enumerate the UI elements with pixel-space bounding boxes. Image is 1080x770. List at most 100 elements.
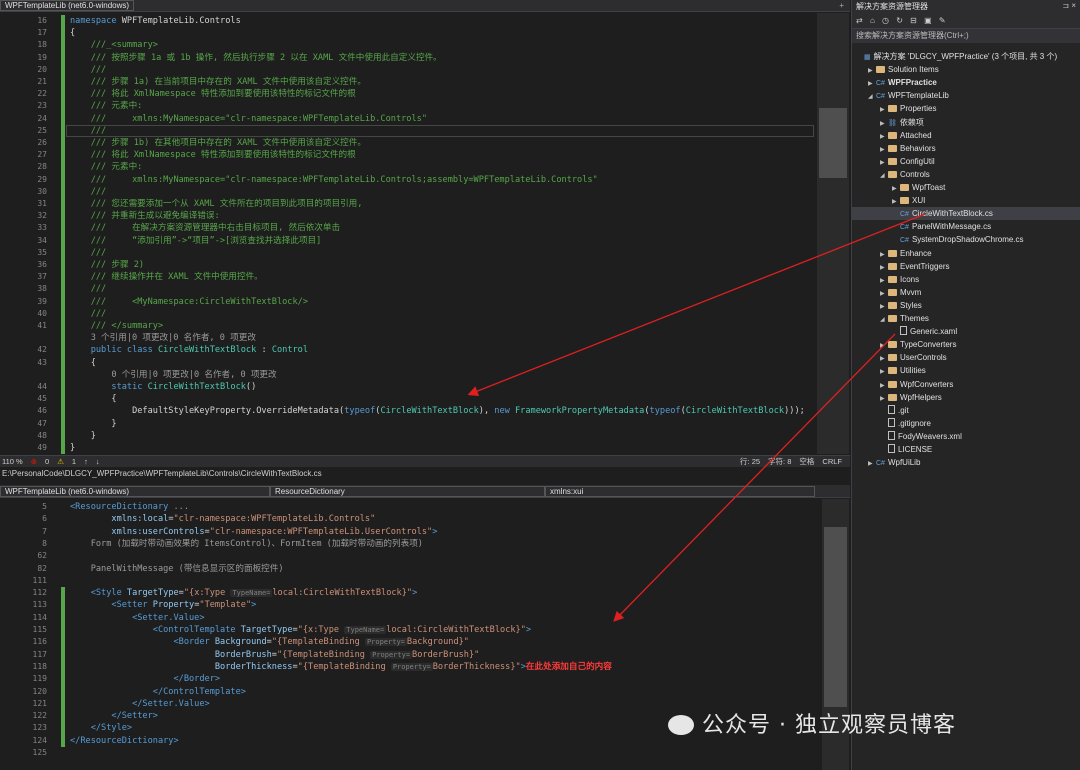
tree-item[interactable]: FodyWeavers.xml <box>852 430 1080 443</box>
home-icon[interactable]: ⌂ <box>870 13 875 29</box>
code-line[interactable]: 118 BorderThickness="{TemplateBinding Pr… <box>0 661 815 673</box>
tree-item[interactable]: ▶ ConfigUtil <box>852 155 1080 168</box>
code-line[interactable]: 33 /// 在解决方案资源管理器中右击目标项目, 然后依次单击 <box>0 222 815 234</box>
tree-item[interactable]: C# PanelWithMessage.cs <box>852 220 1080 233</box>
tree-item[interactable]: ▶ C# WpfUiLib <box>852 456 1080 469</box>
code-line[interactable]: 39 /// <MyNamespace:CircleWithTextBlock/… <box>0 296 815 308</box>
tree-item[interactable]: ▶ Properties <box>852 102 1080 115</box>
tree-item[interactable]: ◢ C# WPFTemplateLib <box>852 89 1080 102</box>
code-line[interactable]: 115 <ControlTemplate TargetType="{x:Type… <box>0 624 815 636</box>
code-line[interactable]: 8 Form (加载时带动画效果的 ItemsControl)、FormItem… <box>0 538 815 550</box>
scope-dropdown[interactable]: ResourceDictionary <box>270 485 545 497</box>
code-line[interactable]: 114 <Setter.Value> <box>0 612 815 624</box>
code-line[interactable]: 35 /// <box>0 247 815 259</box>
code-line[interactable]: 6 xmlns:local="clr-namespace:WPFTemplate… <box>0 513 815 525</box>
error-icon[interactable]: ⊗ <box>31 457 37 466</box>
tree-item[interactable]: C# CircleWithTextBlock.cs <box>852 207 1080 221</box>
code-line[interactable]: 27 /// 将此 XmlNamespace 特性添加到要使用该特性的标记文件的… <box>0 149 815 161</box>
code-line[interactable]: 82 PanelWithMessage (带信息显示区的面板控件) <box>0 563 815 575</box>
tree-item[interactable]: ▶ Enhance <box>852 247 1080 260</box>
tree-item[interactable]: ▶ Attached <box>852 129 1080 142</box>
warning-icon[interactable]: ⚠ <box>57 457 64 466</box>
code-line[interactable]: 34 /// “添加引用”->“项目”->[浏览查找并选择此项目] <box>0 235 815 247</box>
show-all-icon[interactable]: ▣ <box>924 13 932 29</box>
settings-icon[interactable]: ✎ <box>939 13 946 29</box>
tree-item[interactable]: .gitignore <box>852 417 1080 430</box>
tree-item[interactable]: ▶ UserControls <box>852 351 1080 364</box>
code-line[interactable]: 48 } <box>0 430 815 442</box>
code-line[interactable]: 7 xmlns:userControls="clr-namespace:WPFT… <box>0 526 815 538</box>
whitespace-mode[interactable]: 空格 <box>799 456 814 467</box>
tree-item[interactable]: ▶ Solution Items <box>852 63 1080 76</box>
up-arrow-icon[interactable]: ↑ <box>84 457 88 466</box>
code-line[interactable]: 37 /// 继续操作并在 XAML 文件中使用控件。 <box>0 271 815 283</box>
code-line[interactable]: 17 { <box>0 27 815 39</box>
tree-item[interactable]: ▶ Styles <box>852 299 1080 312</box>
refresh-icon[interactable]: ↻ <box>896 13 903 29</box>
code-line[interactable]: 116 <Border Background="{TemplateBinding… <box>0 636 815 648</box>
code-line[interactable]: 38 /// <box>0 283 815 295</box>
code-line[interactable]: 36 /// 步骤 2) <box>0 259 815 271</box>
line-ending[interactable]: CRLF <box>822 457 842 466</box>
collapse-icon[interactable]: ⊟ <box>910 13 917 29</box>
add-icon[interactable]: + <box>839 1 844 10</box>
code-line[interactable]: 19 /// 按照步骤 1a 或 1b 操作, 然后执行步骤 2 以在 XAML… <box>0 52 815 64</box>
code-line[interactable]: 41 /// </summary> <box>0 320 815 332</box>
tree-item[interactable]: ▶ XUI <box>852 194 1080 207</box>
code-line[interactable]: 16 namespace WPFTemplateLib.Controls <box>0 15 815 27</box>
code-line[interactable]: 23 /// 元素中: <box>0 100 815 112</box>
se-search-input[interactable]: 搜索解决方案资源管理器(Ctrl+;) <box>852 29 1080 43</box>
bottom-project-dropdown[interactable]: WPFTemplateLib (net6.0-windows) <box>0 485 270 497</box>
sync-icon[interactable]: ⇄ <box>856 13 863 29</box>
code-line[interactable]: 44 static CircleWithTextBlock() <box>0 381 815 393</box>
code-line[interactable]: 113 <Setter Property="Template"> <box>0 599 815 611</box>
tree-item[interactable]: ▶ C# WPFPractice <box>852 76 1080 89</box>
code-line[interactable]: 119 </Border> <box>0 673 815 685</box>
code-line[interactable]: 24 /// xmlns:MyNamespace="clr-namespace:… <box>0 113 815 125</box>
code-line[interactable]: 117 BorderBrush="{TemplateBinding Proper… <box>0 649 815 661</box>
tree-item[interactable]: ▶ ⛓ 依赖项 <box>852 116 1080 129</box>
xmlns-dropdown[interactable]: xmlns:xui <box>545 485 815 497</box>
code-line[interactable]: 0 个引用|0 项更改|0 名作者, 0 项更改 <box>0 369 815 381</box>
pin-icon[interactable]: ⊐ <box>1062 1 1069 10</box>
scroll-thumb[interactable] <box>819 108 847 178</box>
code-line[interactable]: 49} <box>0 442 815 454</box>
code-line[interactable]: 32 /// 并重新生成以避免编译错误: <box>0 210 815 222</box>
tree-item[interactable]: ▶ WpfToast <box>852 181 1080 194</box>
code-line[interactable]: 28 /// 元素中: <box>0 161 815 173</box>
code-line[interactable]: 47 } <box>0 418 815 430</box>
code-line[interactable]: 120 </ControlTemplate> <box>0 686 815 698</box>
tree-item[interactable]: C# SystemDropShadowChrome.cs <box>852 233 1080 246</box>
tree-item[interactable]: ▶ Icons <box>852 273 1080 286</box>
code-line[interactable]: 46 DefaultStyleKeyProperty.OverrideMetad… <box>0 405 815 417</box>
scroll-thumb[interactable] <box>824 527 847 707</box>
code-line[interactable]: 5 <ResourceDictionary ... <box>0 501 815 513</box>
tree-item[interactable]: ▶ EventTriggers <box>852 260 1080 273</box>
history-icon[interactable]: ◷ <box>882 13 889 29</box>
tree-item[interactable]: ▶ Mvvm <box>852 286 1080 299</box>
tree-item[interactable]: ▶ WpfHelpers <box>852 391 1080 404</box>
code-line[interactable]: 43 { <box>0 357 815 369</box>
code-line[interactable]: 40 /// <box>0 308 815 320</box>
code-line[interactable]: 112 <Style TargetType="{x:Type TypeName=… <box>0 587 815 599</box>
tree-item[interactable]: ▶ WpfConverters <box>852 378 1080 391</box>
down-arrow-icon[interactable]: ↓ <box>96 457 100 466</box>
top-editor-scrollbar[interactable] <box>817 13 849 454</box>
code-line[interactable]: 31 /// 您还需要添加一个从 XAML 文件所在的项目到此项目的项目引用, <box>0 198 815 210</box>
tree-item[interactable]: ▶ TypeConverters <box>852 338 1080 351</box>
code-line[interactable]: 3 个引用|0 项更改|0 名作者, 0 项更改 <box>0 332 815 344</box>
tree-item[interactable]: .git <box>852 404 1080 417</box>
zoom-level[interactable]: 110 % <box>2 457 23 466</box>
tree-item[interactable]: ▶ Behaviors <box>852 142 1080 155</box>
code-line[interactable]: 18 ///_<summary> <box>0 39 815 51</box>
top-code-editor[interactable]: 16 namespace WPFTemplateLib.Controls 17 {18… <box>0 13 850 454</box>
code-line[interactable]: 42 public class CircleWithTextBlock : Co… <box>0 344 815 356</box>
tree-item[interactable]: ▦ 解决方案 'DLGCY_WPFPractice' (3 个项目, 共 3 个) <box>852 50 1080 63</box>
close-icon[interactable]: × <box>1071 1 1076 10</box>
code-line[interactable]: 125 <box>0 747 815 759</box>
tree-item[interactable]: ◢ Controls <box>852 168 1080 181</box>
tree-item[interactable]: LICENSE <box>852 443 1080 456</box>
code-line[interactable]: 26 /// 步骤 1b) 在其他项目中存在的 XAML 文件中使用该自定义控件… <box>0 137 815 149</box>
code-line[interactable]: 111 <box>0 575 815 587</box>
code-line[interactable]: 20 /// <box>0 64 815 76</box>
